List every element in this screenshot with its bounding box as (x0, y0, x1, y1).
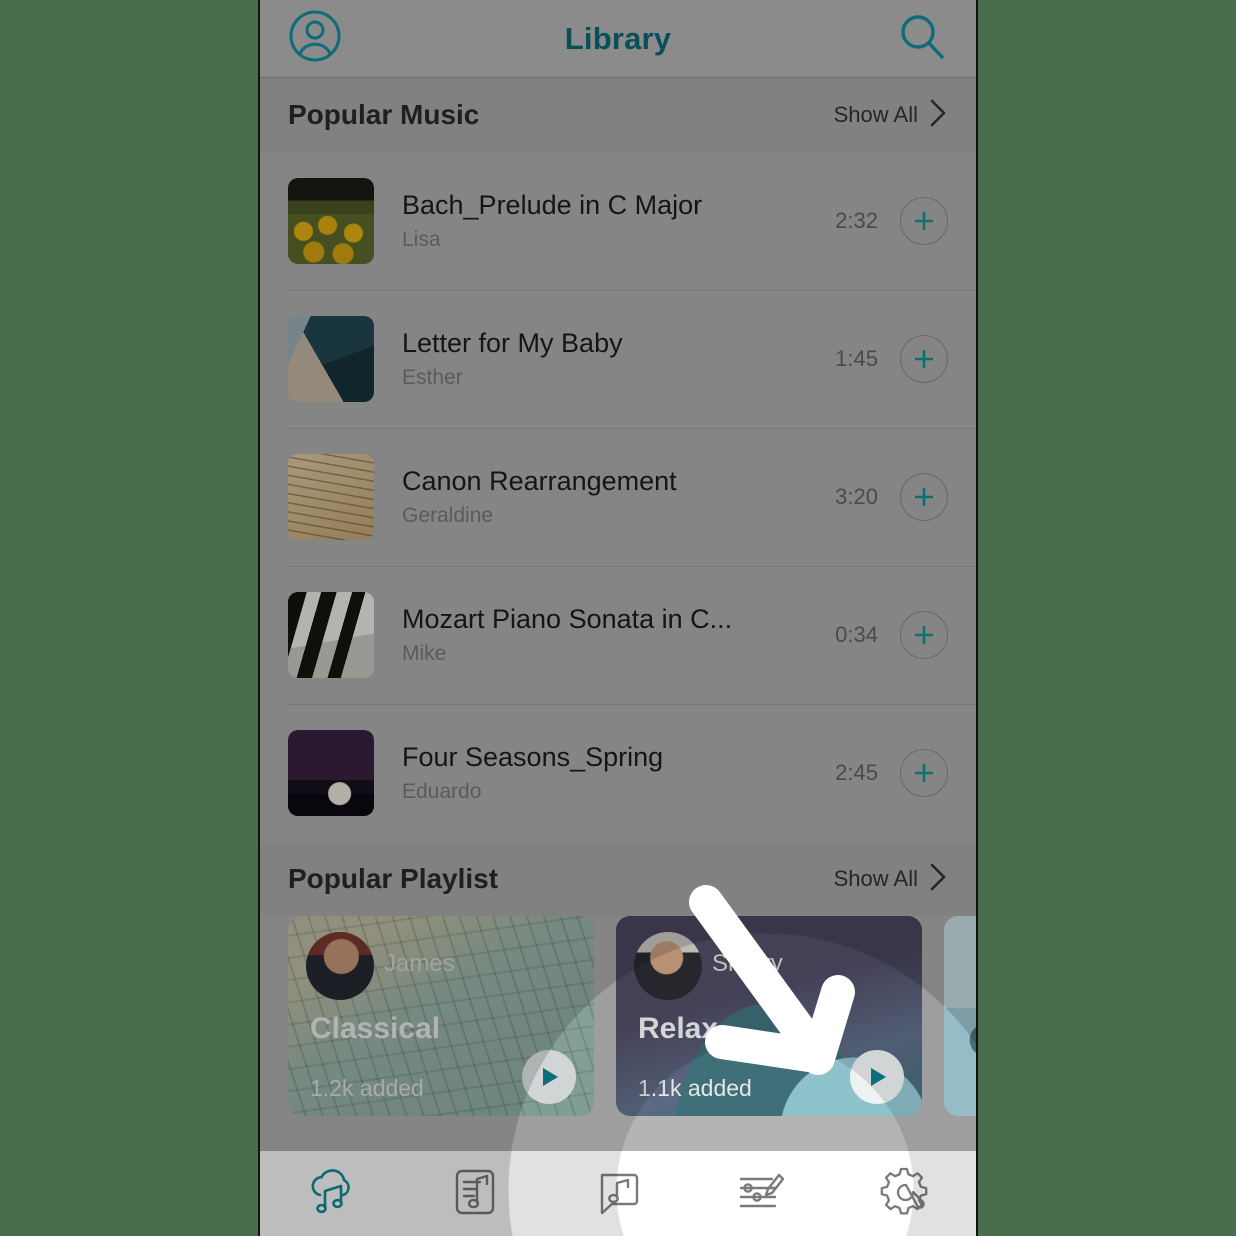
nav-item-equalizer-edit[interactable] (690, 1151, 833, 1236)
playlist-title: Relax (638, 1012, 719, 1045)
chevron-right-icon[interactable] (928, 97, 948, 134)
album-art (288, 592, 374, 678)
cloud-music-icon (303, 1162, 361, 1225)
add-song-button[interactable] (900, 335, 948, 383)
song-title: Mozart Piano Sonata in C... (402, 604, 733, 635)
song-artist: Eduardo (402, 779, 482, 803)
add-song-button[interactable] (900, 749, 948, 797)
list-item[interactable]: C 1. (944, 916, 976, 1116)
avatar (634, 932, 702, 1000)
album-art (288, 454, 374, 540)
song-duration: 2:32 (835, 208, 878, 233)
playlist-owner: James (384, 950, 455, 977)
table-row[interactable]: Bach_Prelude in C Major Lisa 2:32 (260, 152, 976, 290)
add-song-button[interactable] (900, 473, 948, 521)
album-art (288, 178, 374, 264)
section-title: Popular Music (288, 99, 480, 130)
chevron-right-icon[interactable] (928, 861, 948, 898)
nav-item-cloud-music[interactable] (260, 1151, 403, 1236)
playlist-title: Classical (310, 1012, 441, 1045)
phone-screen: Library Popular Music Show All Bach_Prel… (258, 0, 978, 1236)
playlist-doc-icon (447, 1163, 503, 1224)
play-button[interactable] (850, 1050, 904, 1104)
song-title: Bach_Prelude in C Major (402, 190, 703, 221)
song-artist: Lisa (402, 227, 441, 251)
search-icon[interactable] (896, 10, 948, 67)
table-row[interactable]: Four Seasons_Spring Eduardo 2:45 (260, 704, 976, 842)
show-all-link-playlist[interactable]: Show All (834, 866, 918, 892)
section-header-popular-playlist: Popular Playlist Show All (260, 842, 976, 916)
playlist-carousel[interactable]: James Classical 1.2k added Sherry Relax … (260, 916, 976, 1116)
app-header: Library (260, 0, 976, 78)
song-artist: Geraldine (402, 503, 494, 527)
song-list: Bach_Prelude in C Major Lisa 2:32 Letter… (260, 152, 976, 842)
song-artist: Mike (402, 641, 447, 665)
nav-item-music-comment[interactable] (546, 1151, 689, 1236)
playlist-added-count: 1.1k added (638, 1075, 752, 1101)
song-duration: 3:20 (835, 484, 878, 509)
song-duration: 0:34 (835, 622, 878, 647)
song-duration: 1:45 (835, 346, 878, 371)
bottom-navigation (260, 1150, 976, 1236)
list-item[interactable]: James Classical 1.2k added (288, 916, 594, 1116)
profile-icon[interactable] (288, 9, 342, 68)
nav-item-settings[interactable] (833, 1151, 976, 1236)
section-title: Popular Playlist (288, 863, 499, 894)
list-item[interactable]: Sherry Relax 1.1k added (616, 916, 922, 1116)
song-duration: 2:45 (835, 760, 878, 785)
equalizer-edit-icon (732, 1162, 790, 1225)
section-header-popular-music: Popular Music Show All (260, 78, 976, 152)
settings-gear-icon (875, 1162, 933, 1225)
table-row[interactable]: Canon Rearrangement Geraldine 3:20 (260, 428, 976, 566)
song-title: Four Seasons_Spring (402, 742, 664, 773)
avatar (306, 932, 374, 1000)
table-row[interactable]: Letter for My Baby Esther 1:45 (260, 290, 976, 428)
nav-item-playlist[interactable] (403, 1151, 546, 1236)
album-art (288, 316, 374, 402)
music-comment-icon (590, 1163, 646, 1224)
album-art (288, 730, 374, 816)
add-song-button[interactable] (900, 197, 948, 245)
song-title: Letter for My Baby (402, 328, 623, 359)
play-button[interactable] (522, 1050, 576, 1104)
song-title: Canon Rearrangement (402, 466, 677, 497)
playlist-added-count: 1.2k added (310, 1075, 424, 1101)
add-song-button[interactable] (900, 611, 948, 659)
page-title: Library (564, 20, 672, 56)
playlist-owner: Sherry (712, 950, 783, 977)
show-all-link-music[interactable]: Show All (834, 102, 918, 128)
table-row[interactable]: Mozart Piano Sonata in C... Mike 0:34 (260, 566, 976, 704)
song-artist: Esther (402, 365, 463, 389)
